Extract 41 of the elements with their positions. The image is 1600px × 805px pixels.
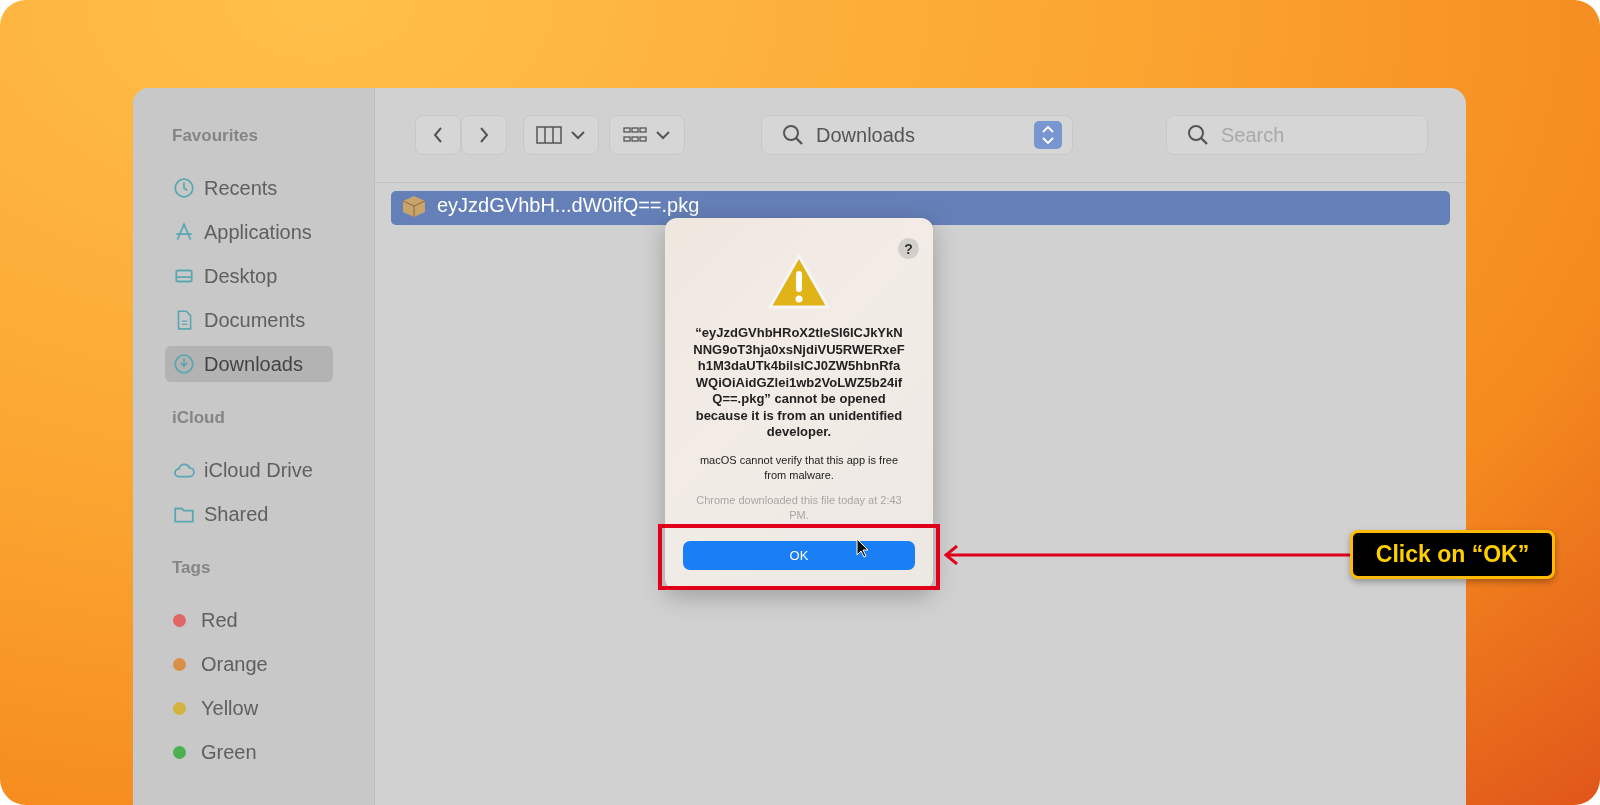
sidebar-item[interactable]: Desktop xyxy=(165,258,333,294)
chevron-right-icon xyxy=(478,126,490,144)
chevron-left-icon xyxy=(432,126,444,144)
search-icon xyxy=(782,124,804,146)
help-button[interactable]: ? xyxy=(898,238,919,259)
warning-icon xyxy=(767,253,831,311)
path-control[interactable]: Downloads xyxy=(761,115,1073,155)
forward-button[interactable] xyxy=(461,115,507,155)
sidebar-item[interactable]: Shared xyxy=(165,496,333,532)
stepper-icon xyxy=(1034,121,1062,149)
alert-note: Chrome downloaded this file today at 2:43 PM. xyxy=(695,492,903,523)
sidebar-item[interactable]: Yellow xyxy=(165,690,333,726)
ok-button[interactable]: OK xyxy=(683,541,915,570)
section-heading: Favourites xyxy=(172,126,258,146)
alert-title: “eyJzdGVhbHRoX2tleSI6ICJkYkNNNG9oT3hja0xsNjdiVU5RWERxeFh1M3daUTk4bilsICJ0ZW5hbnRfaWQiOiAidGZlei1wb2VoLWZ5b24ifQ==.pkg” cannot be opened because it is from an unidentified developer. xyxy=(692,325,906,441)
section-heading: iCloud xyxy=(172,408,225,428)
apps-icon xyxy=(173,221,195,243)
columns-icon xyxy=(536,126,562,144)
caret-icon xyxy=(570,130,586,140)
sidebar-item[interactable]: Red xyxy=(165,602,333,638)
sidebar-item[interactable]: iCloud Drive xyxy=(165,452,333,488)
sidebar-item[interactable]: Recents xyxy=(165,170,333,206)
sidebar-item[interactable]: Downloads xyxy=(165,346,333,382)
file-row[interactable]: eyJzdGVhbH...dW0ifQ==.pkg xyxy=(391,191,1450,225)
search-icon xyxy=(1187,124,1209,146)
pointer-icon xyxy=(856,538,870,558)
caret-icon xyxy=(655,130,671,140)
group-button[interactable] xyxy=(609,115,685,155)
callout-label: Click on “OK” xyxy=(1350,530,1555,579)
sidebar-item[interactable]: Applications xyxy=(165,214,333,250)
back-button[interactable] xyxy=(415,115,461,155)
view-mode-button[interactable] xyxy=(523,115,599,155)
section-heading: Tags xyxy=(172,558,211,578)
sidebar-item[interactable]: Documents xyxy=(165,302,333,338)
download-icon xyxy=(173,353,195,375)
grid-icon xyxy=(623,126,647,144)
package-icon xyxy=(401,194,427,218)
clock-icon xyxy=(173,177,195,199)
alert-message: macOS cannot verify that this app is free from malware. xyxy=(698,452,900,483)
sidebar-item[interactable]: Green xyxy=(165,734,333,770)
sidebar-item[interactable]: Orange xyxy=(165,646,333,682)
